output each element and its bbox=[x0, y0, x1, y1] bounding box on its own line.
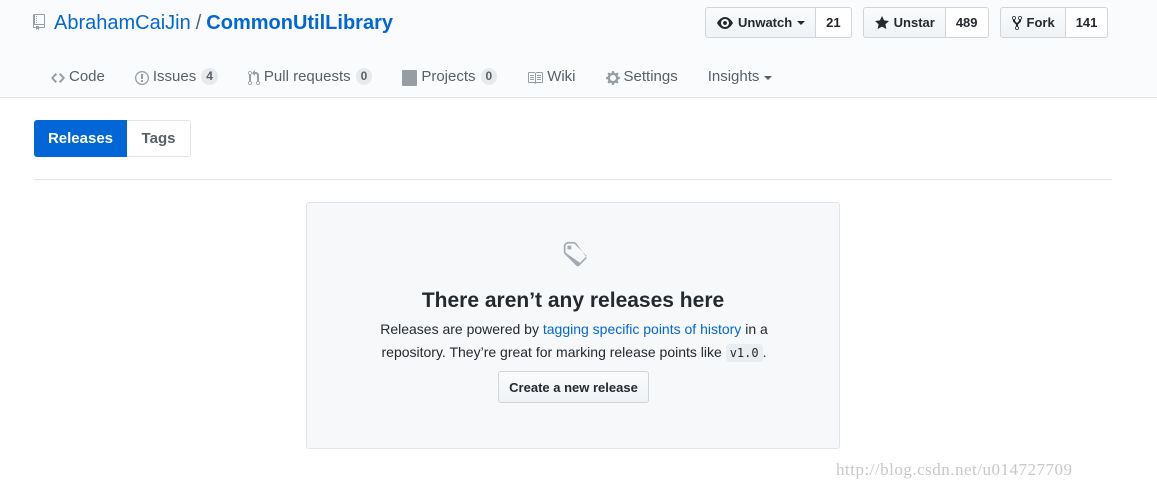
tab-insights-label: Insights bbox=[707, 68, 760, 85]
star-icon bbox=[874, 15, 889, 29]
forks-count[interactable]: 141 bbox=[1065, 7, 1109, 38]
fork-icon bbox=[1011, 15, 1022, 30]
blankslate-title: There aren’t any releases here bbox=[421, 289, 725, 312]
tab-issues-label: Issues bbox=[152, 68, 197, 85]
tab-settings[interactable]: Settings bbox=[591, 62, 693, 98]
tab-issues[interactable]: Issues 4 bbox=[120, 62, 233, 98]
unstar-label: Unstar bbox=[893, 15, 935, 30]
projects-counter: 0 bbox=[480, 68, 498, 85]
unstar-button[interactable]: Unstar bbox=[862, 7, 946, 38]
fork-button[interactable]: Fork bbox=[999, 7, 1066, 38]
tab-projects[interactable]: Projects 0 bbox=[387, 62, 512, 98]
tag-icon bbox=[560, 240, 590, 275]
unwatch-button[interactable]: Unwatch bbox=[705, 7, 817, 38]
chevron-down-icon bbox=[764, 76, 773, 80]
tab-projects-label: Projects bbox=[421, 68, 476, 85]
blankslate-description: Releases are powered by tagging specific… bbox=[357, 318, 791, 365]
releases-subnav: Releases Tags bbox=[34, 120, 191, 157]
desc-suffix: . bbox=[762, 344, 767, 360]
watchers-count[interactable]: 21 bbox=[816, 7, 852, 38]
fork-group: Fork 141 bbox=[999, 7, 1109, 38]
tab-pull-requests-label: Pull requests bbox=[263, 68, 351, 85]
subnav-tags[interactable]: Tags bbox=[127, 120, 191, 157]
pulls-counter: 0 bbox=[355, 68, 373, 85]
repository-header: AbrahamCaiJin / CommonUtilLibrary Unwatc… bbox=[0, 0, 1157, 98]
tab-insights[interactable]: Insights bbox=[693, 62, 788, 98]
subnav-releases[interactable]: Releases bbox=[34, 120, 127, 157]
unwatch-label: Unwatch bbox=[738, 15, 793, 30]
create-release-button[interactable]: Create a new release bbox=[498, 371, 649, 403]
tab-code-label: Code bbox=[69, 68, 105, 85]
watch-group: Unwatch 21 bbox=[705, 7, 852, 38]
repo-name-link[interactable]: CommonUtilLibrary bbox=[206, 12, 393, 35]
fork-label: Fork bbox=[1026, 15, 1055, 30]
tab-settings-label: Settings bbox=[623, 68, 678, 85]
tab-code[interactable]: Code bbox=[36, 62, 120, 98]
eye-icon bbox=[717, 16, 733, 29]
book-icon bbox=[528, 72, 544, 84]
pull-request-icon bbox=[247, 70, 260, 86]
repo-title: AbrahamCaiJin / CommonUtilLibrary bbox=[33, 11, 393, 35]
issues-counter: 4 bbox=[201, 68, 218, 85]
version-code: v1.0 bbox=[725, 344, 763, 362]
project-icon bbox=[402, 70, 418, 86]
blankslate: There aren’t any releases here Releases … bbox=[306, 202, 840, 449]
divider bbox=[34, 179, 1112, 180]
code-icon bbox=[51, 73, 65, 83]
tab-wiki-label: Wiki bbox=[547, 68, 576, 85]
tab-wiki[interactable]: Wiki bbox=[512, 62, 590, 98]
repo-nav: Code Issues 4 Pull requests 0 Projects 0… bbox=[36, 62, 787, 98]
pagehead-actions: Unwatch 21 Unstar 489 Fork 141 bbox=[705, 7, 1119, 38]
repo-owner-link[interactable]: AbrahamCaiJin bbox=[54, 12, 191, 35]
stargazers-count[interactable]: 489 bbox=[945, 7, 989, 38]
star-group: Unstar 489 bbox=[862, 7, 989, 38]
issue-icon bbox=[134, 71, 149, 85]
tab-pull-requests[interactable]: Pull requests 0 bbox=[233, 62, 387, 98]
gear-icon bbox=[605, 71, 620, 85]
tagging-history-link[interactable]: tagging specific points of history bbox=[543, 321, 741, 337]
desc-prefix: Releases are powered by bbox=[380, 321, 543, 337]
repo-icon bbox=[33, 13, 45, 30]
chevron-down-icon bbox=[797, 20, 806, 25]
path-separator: / bbox=[195, 11, 202, 34]
watermark: http://blog.csdn.net/u014727709 bbox=[836, 460, 1073, 479]
